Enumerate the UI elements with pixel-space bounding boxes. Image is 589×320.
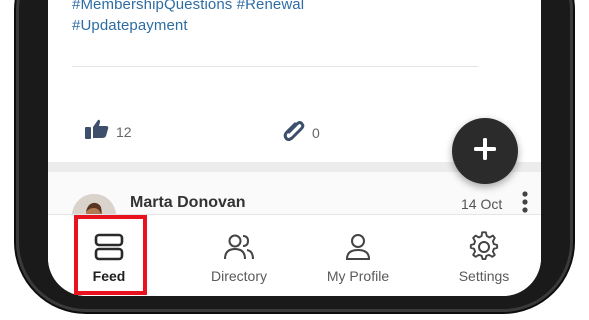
attachments-button[interactable]: 0 xyxy=(282,118,320,147)
paperclip-icon xyxy=(282,118,306,147)
tab-label: Settings xyxy=(458,268,510,284)
hashtag-line[interactable]: #Updatepayment xyxy=(72,15,472,36)
hashtag-line[interactable]: #MembershipQuestions #Renewal xyxy=(72,0,472,15)
add-post-button[interactable] xyxy=(452,118,518,184)
attachment-count: 0 xyxy=(312,124,320,141)
tab-directory[interactable]: Directory xyxy=(194,215,284,296)
tab-label: Directory xyxy=(210,268,267,284)
people-icon xyxy=(222,231,256,263)
tab-my-profile[interactable]: My Profile xyxy=(316,215,400,296)
tab-settings[interactable]: Settings xyxy=(440,215,528,296)
person-icon xyxy=(344,231,372,263)
post-date: 14 Oct xyxy=(461,196,503,212)
tab-label: My Profile xyxy=(326,268,390,284)
divider xyxy=(72,66,478,67)
author-name[interactable]: Marta Donovan xyxy=(130,194,246,212)
feed-tab-highlight xyxy=(74,215,147,295)
like-button[interactable]: 12 xyxy=(84,118,132,145)
gear-icon xyxy=(468,231,500,263)
like-count: 12 xyxy=(116,123,132,140)
thumbs-up-icon xyxy=(84,118,110,145)
post-hashtags: #MembershipQuestions #Renewal #Updatepay… xyxy=(72,0,472,44)
plus-icon xyxy=(472,136,498,167)
